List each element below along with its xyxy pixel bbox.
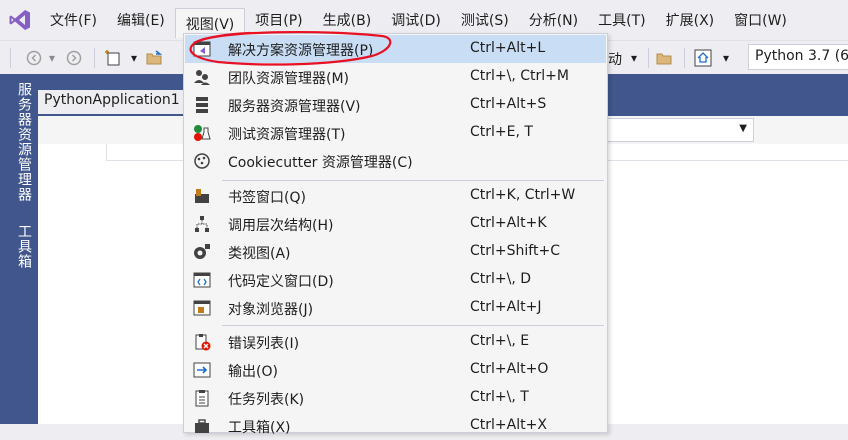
class-view-icon bbox=[193, 243, 211, 261]
menu-item-shortcut: Ctrl+Shift+C bbox=[470, 243, 560, 259]
menu-item-team-explorer[interactable]: 团队资源管理器(M) Ctrl+\, Ctrl+M bbox=[185, 63, 606, 91]
menu-item-code-definition[interactable]: 代码定义窗口(D) Ctrl+\, D bbox=[185, 266, 606, 294]
menu-window[interactable]: 窗口(W) bbox=[724, 7, 797, 33]
menu-item-label: 测试资源管理器(T) bbox=[228, 127, 346, 143]
menu-item-label: 错误列表(I) bbox=[228, 336, 300, 352]
menu-file[interactable]: 文件(F) bbox=[40, 7, 107, 33]
start-dropdown-icon[interactable]: ▾ bbox=[628, 49, 640, 67]
menu-test[interactable]: 测试(S) bbox=[451, 7, 519, 33]
document-tab[interactable]: PythonApplication1 bbox=[38, 90, 186, 114]
menu-item-toolbox[interactable]: 工具箱(X) Ctrl+Alt+X bbox=[185, 412, 606, 440]
object-browser-icon bbox=[193, 299, 211, 317]
menu-item-server-explorer[interactable]: 服务器资源管理器(V) Ctrl+Alt+S bbox=[185, 91, 606, 119]
menu-extensions[interactable]: 扩展(X) bbox=[656, 7, 725, 33]
toolbox-icon bbox=[193, 417, 211, 435]
menu-item-shortcut: Ctrl+E, T bbox=[470, 124, 533, 140]
menu-item-error-list[interactable]: 错误列表(I) Ctrl+\, E bbox=[185, 328, 606, 356]
menu-item-shortcut: Ctrl+Alt+L bbox=[470, 40, 546, 56]
menu-edit[interactable]: 编辑(E) bbox=[107, 7, 175, 33]
menu-item-shortcut: Ctrl+Alt+X bbox=[470, 417, 547, 433]
toolbar-separator bbox=[94, 48, 95, 68]
menu-analyze[interactable]: 分析(N) bbox=[519, 7, 588, 33]
back-icon[interactable] bbox=[24, 49, 44, 67]
open-folder-icon[interactable] bbox=[144, 49, 166, 67]
call-hierarchy-icon bbox=[193, 215, 211, 233]
menu-item-shortcut: Ctrl+\, Ctrl+M bbox=[470, 68, 569, 84]
menu-item-label: 对象浏览器(J) bbox=[228, 302, 314, 318]
menu-tools[interactable]: 工具(T) bbox=[588, 7, 655, 33]
cookiecutter-icon bbox=[193, 152, 211, 170]
task-list-icon bbox=[193, 389, 211, 407]
menu-item-call-hierarchy[interactable]: 调用层次结构(H) Ctrl+Alt+K bbox=[185, 210, 606, 238]
editor-margin-line bbox=[106, 144, 107, 160]
menu-project[interactable]: 项目(P) bbox=[245, 7, 312, 33]
home-icon[interactable] bbox=[692, 49, 714, 67]
toolbox-side-tab[interactable]: 工具箱 bbox=[4, 224, 34, 269]
menu-item-output[interactable]: 输出(O) Ctrl+Alt+O bbox=[185, 356, 606, 384]
new-project-icon[interactable] bbox=[102, 49, 124, 67]
menu-item-solution-explorer[interactable]: 解决方案资源管理器(P) Ctrl+Alt+L bbox=[185, 35, 606, 63]
menu-item-label: 调用层次结构(H) bbox=[228, 218, 334, 234]
team-explorer-icon bbox=[193, 68, 211, 86]
menu-item-cookiecutter[interactable]: Cookiecutter 资源管理器(C) bbox=[185, 147, 606, 175]
menu-item-task-list[interactable]: 任务列表(K) Ctrl+\, T bbox=[185, 384, 606, 412]
menu-item-label: Cookiecutter 资源管理器(C) bbox=[228, 155, 413, 171]
menu-item-object-browser[interactable]: 对象浏览器(J) Ctrl+Alt+J bbox=[185, 294, 606, 322]
view-menu-dropdown: 解决方案资源管理器(P) Ctrl+Alt+L 团队资源管理器(M) Ctrl+… bbox=[183, 33, 608, 436]
menu-item-class-view[interactable]: 类视图(A) Ctrl+Shift+C bbox=[185, 238, 606, 266]
menu-item-label: 团队资源管理器(M) bbox=[228, 71, 350, 87]
test-explorer-icon bbox=[193, 124, 211, 142]
find-in-files-icon[interactable] bbox=[654, 49, 676, 67]
toolbar-separator bbox=[648, 48, 649, 68]
menu-item-shortcut: Ctrl+Alt+S bbox=[470, 96, 547, 112]
menu-item-shortcut: Ctrl+\, E bbox=[470, 333, 530, 349]
menu-item-shortcut: Ctrl+\, D bbox=[470, 271, 532, 287]
error-list-icon bbox=[193, 333, 211, 351]
menu-item-shortcut: Ctrl+\, T bbox=[470, 389, 529, 405]
back-dropdown-icon[interactable]: ▾ bbox=[46, 49, 58, 67]
forward-icon[interactable] bbox=[64, 49, 84, 67]
server-explorer-icon bbox=[193, 96, 211, 114]
menu-separator bbox=[222, 325, 604, 326]
output-icon bbox=[193, 361, 211, 379]
customize-toolbar-icon[interactable]: ▾ bbox=[720, 49, 732, 67]
code-definition-icon bbox=[193, 271, 211, 289]
menu-build[interactable]: 生成(B) bbox=[313, 7, 382, 33]
menu-item-label: 工具箱(X) bbox=[228, 420, 291, 436]
new-dropdown-icon[interactable]: ▾ bbox=[128, 49, 140, 67]
python-environment-select[interactable]: Python 3.7 (6 bbox=[748, 44, 848, 70]
menu-item-shortcut: Ctrl+Alt+O bbox=[470, 361, 549, 377]
menu-separator bbox=[222, 180, 604, 181]
menu-item-test-explorer[interactable]: 测试资源管理器(T) Ctrl+E, T bbox=[185, 119, 606, 147]
menu-item-label: 代码定义窗口(D) bbox=[228, 274, 334, 290]
bookmark-icon bbox=[193, 187, 211, 205]
menu-item-label: 类视图(A) bbox=[228, 246, 291, 262]
chevron-down-icon: ▼ bbox=[739, 123, 747, 134]
toolbar-partial-label[interactable]: 动 bbox=[608, 49, 622, 69]
solution-explorer-icon bbox=[193, 40, 211, 58]
side-dock: 服务器资源管理器 工具箱 bbox=[0, 74, 38, 424]
menu-debug[interactable]: 调试(D) bbox=[381, 7, 451, 33]
menu-item-label: 书签窗口(Q) bbox=[228, 190, 306, 206]
menu-item-label: 解决方案资源管理器(P) bbox=[228, 43, 374, 59]
menu-item-shortcut: Ctrl+Alt+J bbox=[470, 299, 542, 315]
menu-item-bookmark-window[interactable]: 书签窗口(Q) Ctrl+K, Ctrl+W bbox=[185, 182, 606, 210]
menu-item-label: 输出(O) bbox=[228, 364, 278, 380]
menu-item-shortcut: Ctrl+Alt+K bbox=[470, 215, 547, 231]
menu-item-shortcut: Ctrl+K, Ctrl+W bbox=[470, 187, 576, 203]
visual-studio-logo-icon[interactable] bbox=[0, 0, 40, 40]
toolbar-separator bbox=[684, 48, 685, 68]
menu-item-label: 任务列表(K) bbox=[228, 392, 305, 408]
toolbar-grip bbox=[10, 48, 11, 68]
server-explorer-side-tab[interactable]: 服务器资源管理器 bbox=[4, 82, 34, 202]
menu-item-label: 服务器资源管理器(V) bbox=[228, 99, 361, 115]
